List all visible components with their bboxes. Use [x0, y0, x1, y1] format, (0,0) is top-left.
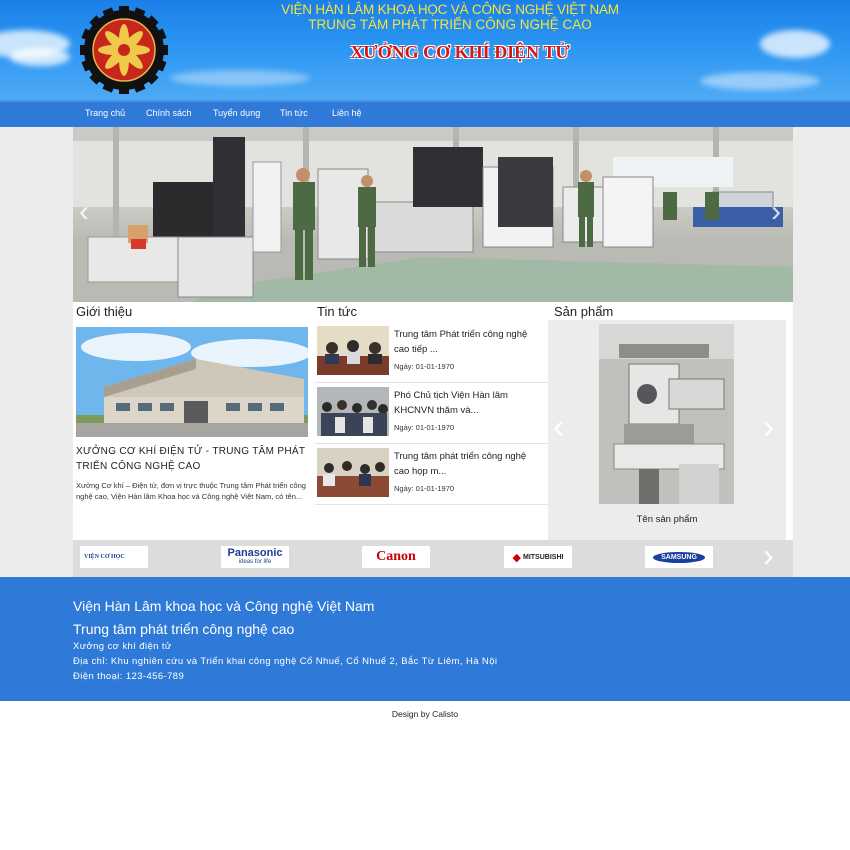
- partner-logo-panasonic[interactable]: Panasonic ideas for life: [221, 546, 289, 568]
- banner-prev-arrow-icon[interactable]: ‹: [79, 195, 89, 229]
- news-date: Ngày: 01-01-1970: [394, 423, 455, 432]
- nav-item-contact[interactable]: Liên hệ: [332, 108, 362, 118]
- partner-logo-text: VIỆN CƠ HỌC: [84, 554, 125, 560]
- news-item[interactable]: Phó Chủ tịch Viện Hàn lâm KHCNVN thăm và…: [315, 383, 548, 444]
- intro-section-title: Giới thiệu: [76, 304, 133, 319]
- workshop-name: XƯỞNG CƠ KHÍ ĐIỆN TỬ: [350, 42, 570, 62]
- nav-item-policy[interactable]: Chính sách: [146, 108, 192, 118]
- nav-item-recruitment[interactable]: Tuyển dụng: [213, 108, 260, 118]
- partner-logo-text: MITSUBISHI: [523, 553, 564, 561]
- cloud-decoration: [10, 48, 70, 66]
- mitsubishi-diamonds-icon: ◆: [512, 551, 521, 564]
- product-image[interactable]: [599, 324, 734, 504]
- partner-logo-text: SAMSUNG: [653, 551, 705, 563]
- cloud-decoration: [170, 70, 310, 86]
- products-section-title: Sản phẩm: [554, 304, 614, 319]
- news-item[interactable]: Trung tâm Phát triển công nghệ cao tiếp …: [315, 322, 548, 383]
- institute-logo[interactable]: [80, 6, 168, 94]
- products-prev-arrow-icon[interactable]: ‹: [553, 408, 564, 447]
- footer-address: Địa chỉ: Khu nghiên cứu và Triển khai cô…: [73, 656, 498, 667]
- cloud-decoration: [760, 30, 830, 58]
- news-date: Ngày: 01-01-1970: [394, 362, 455, 371]
- page: VIỆN HÀN LÂM KHOA HỌC VÀ CÔNG NGHỆ VIỆT …: [0, 0, 850, 850]
- news-thumbnail[interactable]: [317, 448, 389, 497]
- design-credit: Design by Calisto: [391, 709, 459, 719]
- news-thumbnail[interactable]: [317, 387, 389, 436]
- news-title[interactable]: Phó Chủ tịch Viện Hàn lâm KHCNVN thăm và…: [394, 388, 544, 418]
- partner-logo-mitsubishi[interactable]: ◆ MITSUBISHI: [504, 546, 572, 568]
- intro-excerpt: Xưởng Cơ khí – Điện tử, đơn vị trực thuộ…: [76, 481, 306, 501]
- main-nav: Trang chủ Chính sách Tuyển dụng Tin tức …: [0, 100, 850, 127]
- nav-item-news[interactable]: Tin tức: [280, 108, 308, 118]
- partner-logo-text: Canon: [376, 549, 416, 564]
- partner-logo-canon[interactable]: Canon: [362, 546, 430, 568]
- footer-phone: Điện thoại: 123-456-789: [73, 671, 185, 682]
- products-next-arrow-icon[interactable]: ›: [763, 408, 774, 447]
- news-date: Ngày: 01-01-1970: [394, 484, 455, 493]
- factory-banner-image: [73, 127, 793, 302]
- banner-slider[interactable]: ‹ ›: [73, 127, 793, 302]
- partners-next-arrow-icon[interactable]: ›: [763, 537, 774, 574]
- news-title[interactable]: Trung tâm Phát triển công nghệ cao tiếp …: [394, 327, 544, 357]
- nav-item-home[interactable]: Trang chủ: [85, 108, 125, 118]
- cloud-decoration: [700, 72, 820, 90]
- news-section-title: Tin tức: [317, 304, 358, 319]
- footer-institute: Viện Hàn Lâm khoa học và Công nghệ Việt …: [73, 598, 375, 614]
- center-name: TRUNG TÂM PHÁT TRIỂN CÔNG NGHỆ CAO: [308, 17, 592, 32]
- site-header: VIỆN HÀN LÂM KHOA HỌC VÀ CÔNG NGHỆ VIỆT …: [0, 0, 850, 100]
- partner-logo-samsung[interactable]: SAMSUNG: [645, 546, 713, 568]
- news-item[interactable]: Trung tâm phát triển công nghệ cao họp m…: [315, 444, 548, 505]
- news-title[interactable]: Trung tâm phát triển công nghệ cao họp m…: [394, 449, 544, 479]
- intro-heading[interactable]: XƯỞNG CƠ KHÍ ĐIỆN TỬ - TRUNG TÂM PHÁT TR…: [76, 444, 308, 474]
- footer-workshop: Xưởng cơ khí điện tử: [73, 641, 172, 652]
- banner-next-arrow-icon[interactable]: ›: [771, 195, 781, 229]
- product-name[interactable]: Tên sản phẩm: [548, 514, 786, 525]
- partner-logo-text: Panasonic: [227, 547, 283, 559]
- intro-building-image[interactable]: [76, 327, 308, 437]
- news-thumbnail[interactable]: [317, 326, 389, 375]
- institute-name: VIỆN HÀN LÂM KHOA HỌC VÀ CÔNG NGHỆ VIỆT …: [281, 2, 619, 17]
- site-footer: Viện Hàn Lâm khoa học và Công nghệ Việt …: [0, 577, 850, 701]
- partner-logo-tagline: ideas for life: [238, 559, 272, 565]
- footer-center: Trung tâm phát triển công nghệ cao: [73, 621, 295, 637]
- partner-logo-vien-co-hoc[interactable]: VIỆN CƠ HỌC: [80, 546, 148, 568]
